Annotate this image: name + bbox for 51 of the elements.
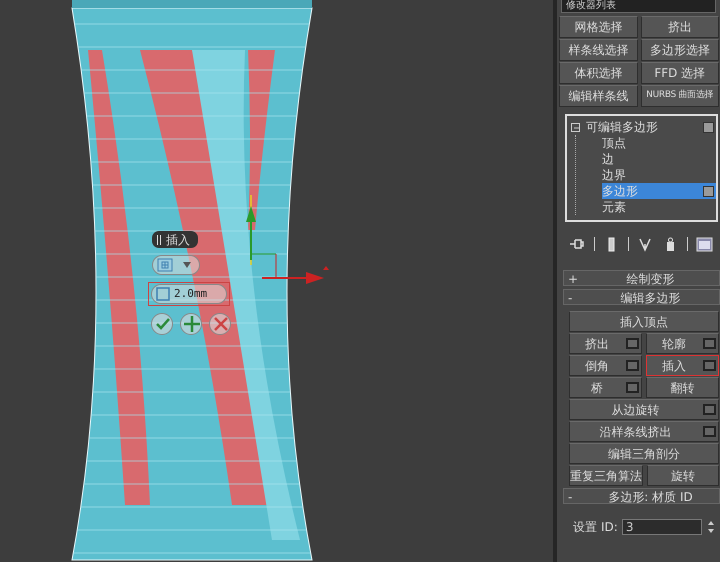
cancel-button[interactable] — [209, 313, 231, 335]
stack-subitem[interactable]: 边 — [602, 151, 716, 167]
modifier-button[interactable]: 多边形选择 — [640, 39, 719, 61]
rollout-header[interactable]: + 绘制变形 — [563, 270, 720, 286]
modifier-button[interactable]: FFD 选择 — [640, 62, 719, 84]
tool-button[interactable]: 旋转 — [647, 465, 719, 486]
tool-button[interactable]: 轮廓 — [646, 333, 719, 354]
tool-button[interactable]: 插入 — [646, 355, 719, 376]
modifier-button[interactable]: 网格选择 — [559, 16, 638, 38]
tool-button[interactable]: 插入顶点 — [569, 311, 719, 332]
plus-icon — [182, 314, 201, 334]
amount-field[interactable]: 2.0mm — [148, 282, 230, 306]
rollout-header[interactable]: - 多边形: 材质 ID — [563, 488, 720, 504]
modifier-button[interactable]: 编辑样条线 — [559, 85, 638, 107]
transform-gizmo-drawing[interactable] — [246, 195, 329, 284]
check-icon — [156, 318, 170, 330]
apply-button[interactable] — [180, 313, 202, 335]
tool-button[interactable]: 翻转 — [646, 377, 719, 398]
ok-button[interactable] — [151, 313, 173, 335]
modifier-button[interactable]: 样条线选择 — [559, 39, 638, 61]
modifier-button[interactable]: 体积选择 — [559, 62, 638, 84]
stack-subitem[interactable]: 多边形 — [602, 183, 716, 199]
stack-item[interactable]: 可编辑多边形 — [571, 119, 716, 135]
modifier-list-dropdown[interactable]: 修改器列表 — [561, 0, 716, 13]
rollout-header[interactable]: - 编辑多边形 — [563, 289, 720, 305]
collapse-toggle-icon[interactable] — [571, 122, 580, 132]
id-spinner-field[interactable]: 3 — [622, 519, 702, 535]
field-label: 设置 ID: — [573, 519, 618, 536]
caddy-title: 插入 — [152, 231, 198, 248]
stack-subitem[interactable]: 元素 — [602, 199, 716, 215]
caret-icon — [183, 262, 191, 268]
modifier-button[interactable]: 挤出 — [640, 16, 719, 38]
tool-button[interactable]: 挤出 — [569, 333, 642, 354]
stack-subitem[interactable]: 边界 — [602, 167, 716, 183]
configure-icon[interactable] — [696, 236, 713, 252]
tool-button[interactable]: 编辑三角剖分 — [569, 443, 719, 464]
square-icon — [156, 287, 170, 301]
modifier-button[interactable]: NURBS 曲面选择 — [640, 85, 719, 107]
mode-dropdown[interactable] — [152, 255, 200, 275]
close-icon — [214, 316, 228, 332]
tool-button[interactable]: 倒角 — [569, 355, 642, 376]
tool-button[interactable]: 桥 — [569, 377, 642, 398]
grid-icon — [157, 258, 173, 272]
tool-button[interactable]: 重复三角算法 — [569, 465, 643, 486]
grip-icon — [157, 234, 161, 244]
layer-icon — [703, 122, 714, 132]
tool-button[interactable]: 沿样条线挤出 — [569, 421, 719, 442]
spinner-arrows-icon[interactable] — [706, 519, 716, 535]
tool-button[interactable]: 从边旋转 — [569, 399, 719, 420]
layer-icon — [703, 186, 714, 196]
stack-subitem[interactable]: 顶点 — [602, 135, 716, 151]
